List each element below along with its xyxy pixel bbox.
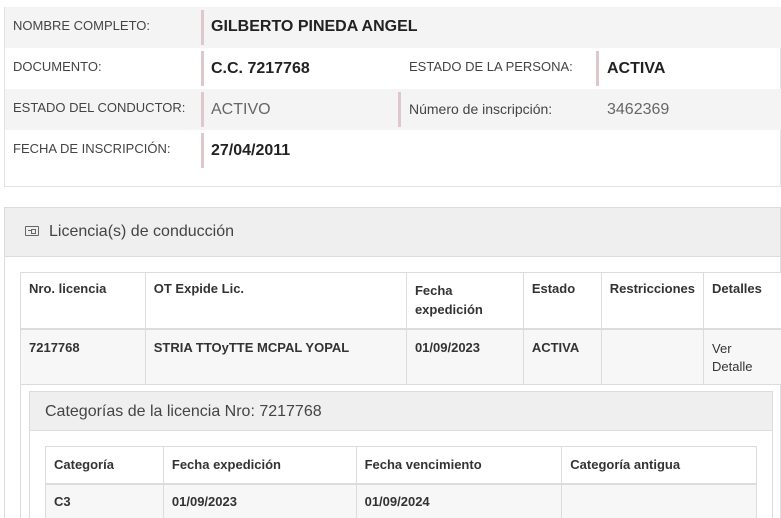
categories-wrapper: Categorías de la licencia Nro: 7217768 C… bbox=[20, 383, 781, 518]
table-row: 7217768 STRIA TTOyTTE MCPAL YOPAL 01/09/… bbox=[20, 328, 781, 385]
licenses-section: Licencia(s) de conducción Nro. licencia … bbox=[4, 207, 781, 518]
estado-persona-label: ESTADO DE LA PERSONA: bbox=[409, 59, 573, 74]
col-header: Detalles bbox=[703, 272, 781, 330]
info-row-fecha: FECHA DE INSCRIPCIÓN: 27/04/2011 bbox=[5, 130, 781, 171]
col-header: Categoría antigua bbox=[561, 446, 757, 485]
fecha-inscripcion-value: 27/04/2011 bbox=[211, 142, 291, 159]
estado-conductor-label: ESTADO DEL CONDUCTOR: bbox=[13, 100, 186, 115]
category-code: C3 bbox=[45, 483, 164, 518]
categories-table-header: Categoría Fecha expedición Fecha vencimi… bbox=[45, 446, 757, 485]
field-divider bbox=[596, 51, 599, 86]
info-row-nombre: NOMBRE COMPLETO: GILBERTO PINEDA ANGEL bbox=[5, 7, 781, 48]
licenses-table-header: Nro. licencia OT Expide Lic. Fecha exped… bbox=[20, 272, 781, 330]
fecha-inscripcion-label: FECHA DE INSCRIPCIÓN: bbox=[13, 141, 171, 156]
col-header: Fecha expedición bbox=[405, 272, 524, 330]
categories-table: Categoría Fecha expedición Fecha vencimi… bbox=[45, 446, 757, 518]
col-header: Estado bbox=[522, 272, 602, 330]
category-expiry-date: 01/09/2024 bbox=[355, 483, 563, 518]
col-header: Nro. licencia bbox=[20, 272, 146, 330]
field-divider bbox=[201, 133, 204, 168]
licenses-header: Licencia(s) de conducción bbox=[5, 208, 780, 257]
inscripcion-num-label: Número de inscripción: bbox=[409, 101, 553, 117]
license-restrictions bbox=[600, 328, 705, 385]
col-header: Fecha vencimiento bbox=[355, 446, 563, 485]
license-issuer: STRIA TTOyTTE MCPAL YOPAL bbox=[144, 328, 407, 385]
col-header: Categoría bbox=[45, 446, 164, 485]
field-divider bbox=[201, 92, 204, 127]
col-header: Restricciones bbox=[600, 272, 705, 330]
documento-value: C.C. 7217768 bbox=[211, 60, 310, 77]
categories-header: Categorías de la licencia Nro: 7217768 bbox=[30, 392, 772, 431]
field-divider bbox=[201, 10, 204, 45]
estado-conductor-value: ACTIVO bbox=[211, 101, 271, 118]
table-row: C3 01/09/2023 01/09/2024 bbox=[45, 483, 757, 518]
inscripcion-num-value: 3462369 bbox=[607, 101, 670, 118]
info-row-documento: DOCUMENTO: C.C. 7217768 ESTADO DE LA PER… bbox=[5, 48, 781, 89]
nombre-label: NOMBRE COMPLETO: bbox=[13, 18, 151, 33]
field-divider bbox=[201, 51, 204, 86]
license-issue-date: 01/09/2023 bbox=[405, 328, 524, 385]
license-status: ACTIVA bbox=[522, 328, 602, 385]
person-info-panel: NOMBRE COMPLETO: GILBERTO PINEDA ANGEL D… bbox=[4, 7, 781, 187]
documento-label: DOCUMENTO: bbox=[13, 59, 102, 74]
estado-persona-value: ACTIVA bbox=[607, 60, 666, 77]
categories-title: Categorías de la licencia Nro: 7217768 bbox=[45, 403, 322, 420]
id-card-icon bbox=[25, 226, 39, 236]
categories-panel: Categorías de la licencia Nro: 7217768 C… bbox=[29, 391, 773, 518]
nombre-value: GILBERTO PINEDA ANGEL bbox=[211, 18, 418, 35]
licenses-table: Nro. licencia OT Expide Lic. Fecha exped… bbox=[20, 272, 781, 385]
category-old bbox=[561, 483, 757, 518]
category-issue-date: 01/09/2023 bbox=[162, 483, 357, 518]
info-row-conductor: ESTADO DEL CONDUCTOR: ACTIVO Número de i… bbox=[5, 89, 781, 130]
field-divider bbox=[398, 92, 401, 127]
col-header: Fecha expedición bbox=[162, 446, 357, 485]
license-number: 7217768 bbox=[20, 328, 146, 385]
licenses-title: Licencia(s) de conducción bbox=[49, 223, 234, 240]
col-header: OT Expide Lic. bbox=[144, 272, 407, 330]
view-detail-link[interactable]: Ver Detalle bbox=[703, 328, 781, 385]
